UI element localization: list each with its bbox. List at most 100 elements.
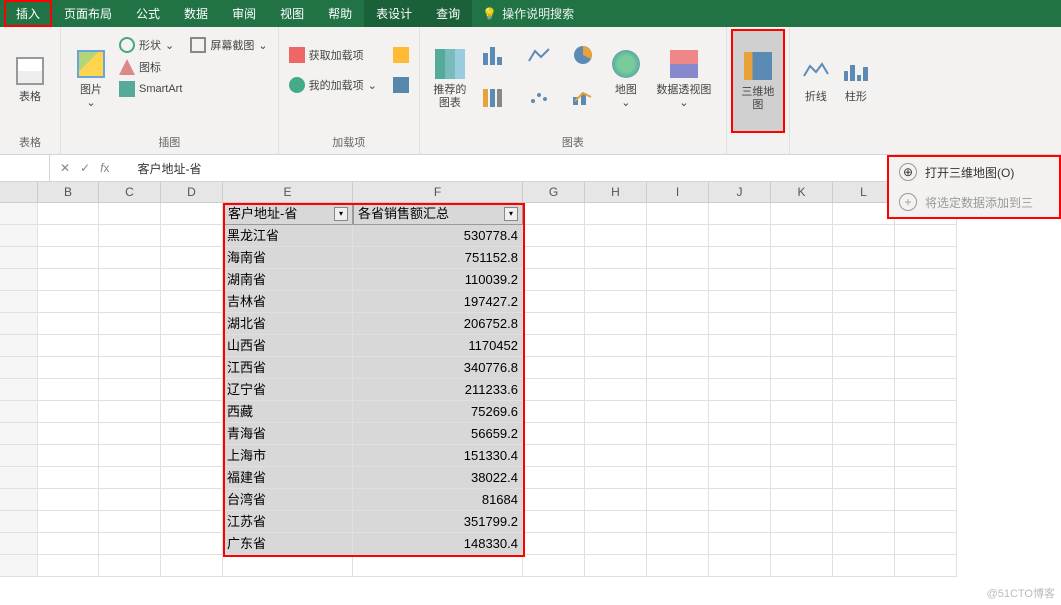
cell[interactable] [161, 423, 223, 445]
cell[interactable] [38, 555, 99, 577]
cell[interactable] [771, 555, 833, 577]
cell[interactable] [161, 467, 223, 489]
cell[interactable] [709, 203, 771, 225]
cell[interactable]: 81684 [353, 489, 523, 511]
cell[interactable]: 38022.4 [353, 467, 523, 489]
cell[interactable] [895, 379, 957, 401]
maps-button[interactable]: 地图⌄ [604, 31, 648, 127]
my-addins-button[interactable]: 我的加载项 ⌄ [285, 75, 381, 95]
cell[interactable] [99, 225, 161, 247]
cell[interactable] [585, 203, 647, 225]
cell[interactable] [833, 423, 895, 445]
cell[interactable] [895, 335, 957, 357]
cell[interactable] [585, 555, 647, 577]
cell[interactable] [895, 533, 957, 555]
cell[interactable] [38, 533, 99, 555]
cell[interactable] [99, 401, 161, 423]
cell[interactable] [647, 291, 709, 313]
chart-hier-button[interactable] [474, 77, 516, 117]
cell[interactable] [647, 401, 709, 423]
cell[interactable] [99, 247, 161, 269]
cell[interactable] [38, 511, 99, 533]
cell[interactable] [585, 247, 647, 269]
cell[interactable] [38, 335, 99, 357]
recommended-charts-button[interactable]: 推荐的 图表 [426, 31, 474, 127]
cell[interactable]: 上海市 [223, 445, 353, 467]
name-box[interactable] [0, 155, 50, 181]
cell[interactable] [585, 357, 647, 379]
cell[interactable] [647, 247, 709, 269]
cell[interactable]: 56659.2 [353, 423, 523, 445]
cell[interactable] [833, 313, 895, 335]
cell[interactable]: 1170452 [353, 335, 523, 357]
cell[interactable] [99, 203, 161, 225]
cell[interactable] [223, 555, 353, 577]
cell[interactable] [709, 555, 771, 577]
cell[interactable] [523, 445, 585, 467]
cell[interactable]: 751152.8 [353, 247, 523, 269]
cell[interactable]: 台湾省 [223, 489, 353, 511]
cell[interactable] [523, 269, 585, 291]
cell[interactable] [99, 445, 161, 467]
cell[interactable] [895, 357, 957, 379]
cell[interactable] [647, 467, 709, 489]
cell[interactable] [523, 511, 585, 533]
cell[interactable] [161, 555, 223, 577]
cell[interactable] [99, 511, 161, 533]
cell[interactable] [771, 467, 833, 489]
cell[interactable]: 海南省 [223, 247, 353, 269]
cell[interactable] [161, 291, 223, 313]
cell[interactable] [523, 335, 585, 357]
cell[interactable] [585, 533, 647, 555]
cell[interactable] [523, 555, 585, 577]
cell[interactable] [771, 511, 833, 533]
filter-button[interactable]: ▾ [504, 207, 518, 221]
cell[interactable] [647, 335, 709, 357]
cell[interactable] [771, 203, 833, 225]
cell[interactable] [709, 357, 771, 379]
cell[interactable] [99, 379, 161, 401]
cell[interactable] [99, 555, 161, 577]
tab-table-design[interactable]: 表设计 [364, 0, 424, 27]
col-header-E[interactable]: E [223, 182, 353, 202]
chart-stat-button[interactable] [518, 77, 560, 117]
formula-content[interactable]: 客户地址-省 [119, 160, 201, 177]
table-button[interactable]: 表格 [6, 31, 54, 127]
shapes-button[interactable]: 形状 ⌄ [115, 35, 186, 55]
cell[interactable]: 客户地址-省▾ [223, 203, 353, 225]
cell[interactable]: 110039.2 [353, 269, 523, 291]
cell[interactable] [771, 313, 833, 335]
cell[interactable] [895, 467, 957, 489]
cell[interactable] [833, 269, 895, 291]
cell[interactable] [895, 555, 957, 577]
screenshot-button[interactable]: 屏幕截图 ⌄ [186, 35, 271, 55]
chart-column-button[interactable] [474, 35, 516, 75]
col-header-K[interactable]: K [771, 182, 833, 202]
cell[interactable] [647, 379, 709, 401]
cell[interactable] [709, 401, 771, 423]
cell[interactable] [38, 401, 99, 423]
cell[interactable] [161, 401, 223, 423]
cell[interactable] [38, 247, 99, 269]
cell[interactable]: 211233.6 [353, 379, 523, 401]
cell[interactable]: 75269.6 [353, 401, 523, 423]
cell[interactable] [833, 247, 895, 269]
cell[interactable] [99, 467, 161, 489]
cell[interactable] [647, 269, 709, 291]
people-button[interactable] [389, 75, 413, 95]
col-header-L[interactable]: L [833, 182, 895, 202]
cell[interactable] [523, 533, 585, 555]
cell[interactable] [161, 269, 223, 291]
tab-review[interactable]: 审阅 [220, 0, 268, 27]
cell[interactable]: 各省销售额汇总▾ [353, 203, 523, 225]
tab-insert[interactable]: 插入 [4, 0, 52, 27]
cell[interactable] [523, 467, 585, 489]
cell[interactable] [523, 203, 585, 225]
cell[interactable] [647, 313, 709, 335]
cell[interactable]: 西藏 [223, 401, 353, 423]
cell[interactable] [709, 247, 771, 269]
cell[interactable] [771, 357, 833, 379]
cell[interactable] [709, 291, 771, 313]
cell[interactable] [523, 423, 585, 445]
cell[interactable]: 148330.4 [353, 533, 523, 555]
